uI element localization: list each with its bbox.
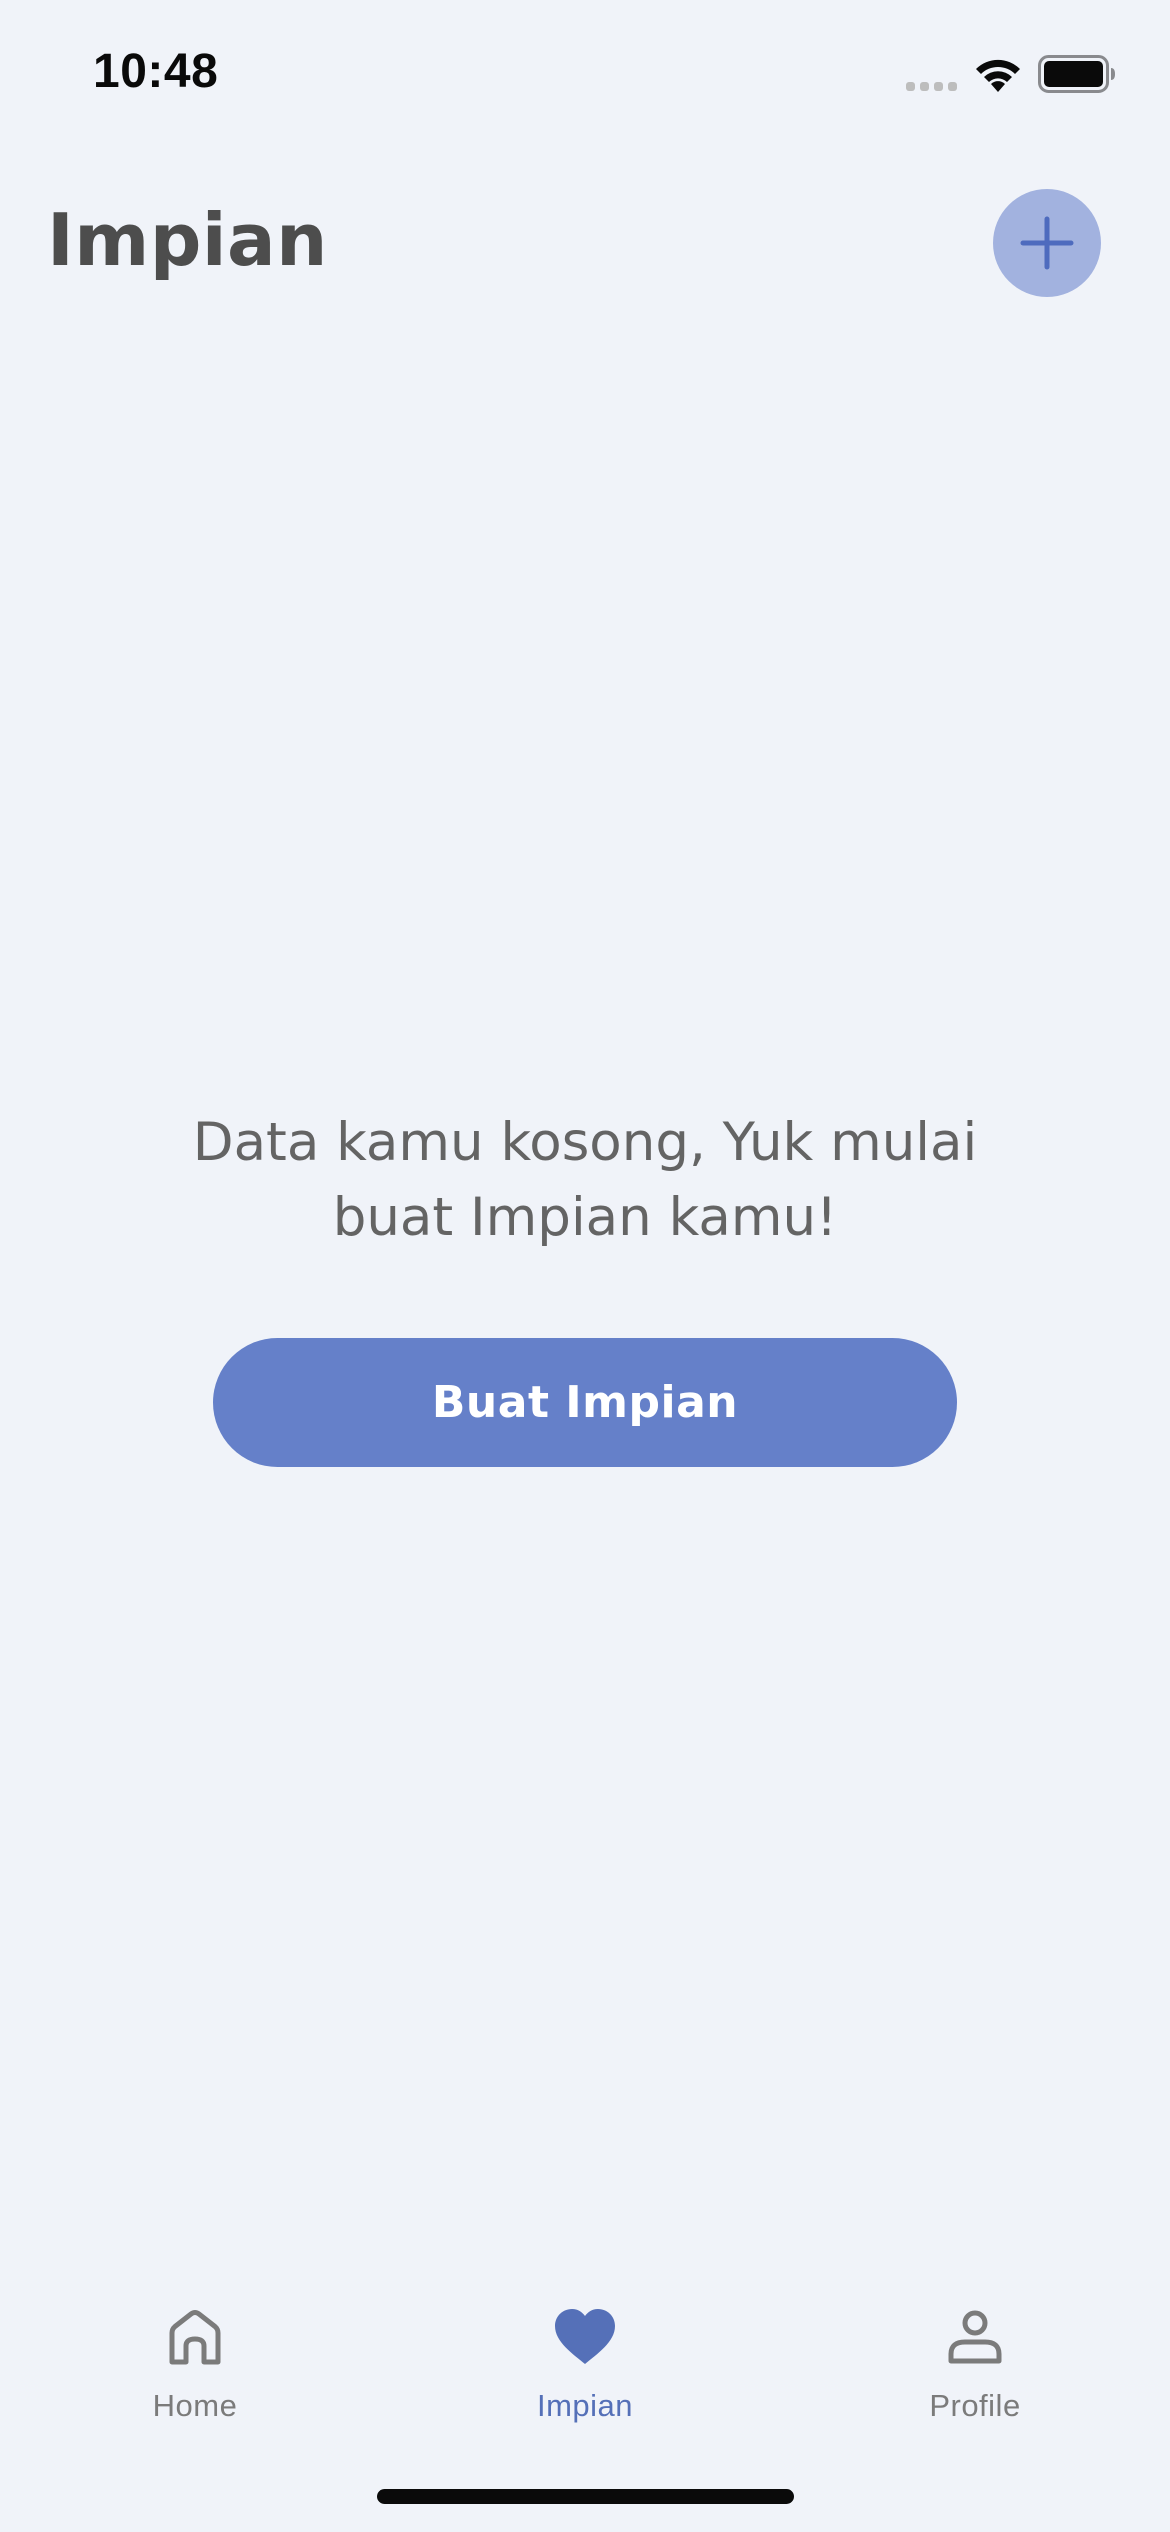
nav-item-impian[interactable]: Impian [390, 2270, 780, 2450]
add-impian-button[interactable] [993, 189, 1101, 297]
battery-icon [1038, 55, 1115, 93]
home-indicator [377, 2489, 794, 2504]
nav-label-profile: Profile [929, 2388, 1021, 2423]
home-icon [169, 2310, 221, 2365]
empty-state-message-line1: Data kamu kosong, Yuk mulai [192, 1112, 978, 1173]
nav-label-home: Home [152, 2388, 238, 2423]
nav-item-profile[interactable]: Profile [780, 2270, 1170, 2450]
empty-state-message: Data kamu kosong, Yuk mulai buat Impian … [0, 1105, 1170, 1255]
nav-label-impian: Impian [536, 2388, 634, 2423]
status-time: 10:48 [93, 45, 219, 98]
plus-icon [1020, 216, 1074, 270]
status-bar: 10:48 [0, 0, 1170, 150]
person-icon [948, 2310, 1002, 2364]
cellular-signal-icon [906, 82, 957, 91]
wifi-icon [976, 59, 1020, 92]
create-impian-button[interactable]: Buat Impian [213, 1338, 957, 1467]
page-title: Impian [47, 198, 328, 282]
heart-icon [555, 2309, 615, 2364]
nav-item-home[interactable]: Home [0, 2270, 390, 2450]
empty-state-message-line2: buat Impian kamu! [332, 1187, 838, 1248]
